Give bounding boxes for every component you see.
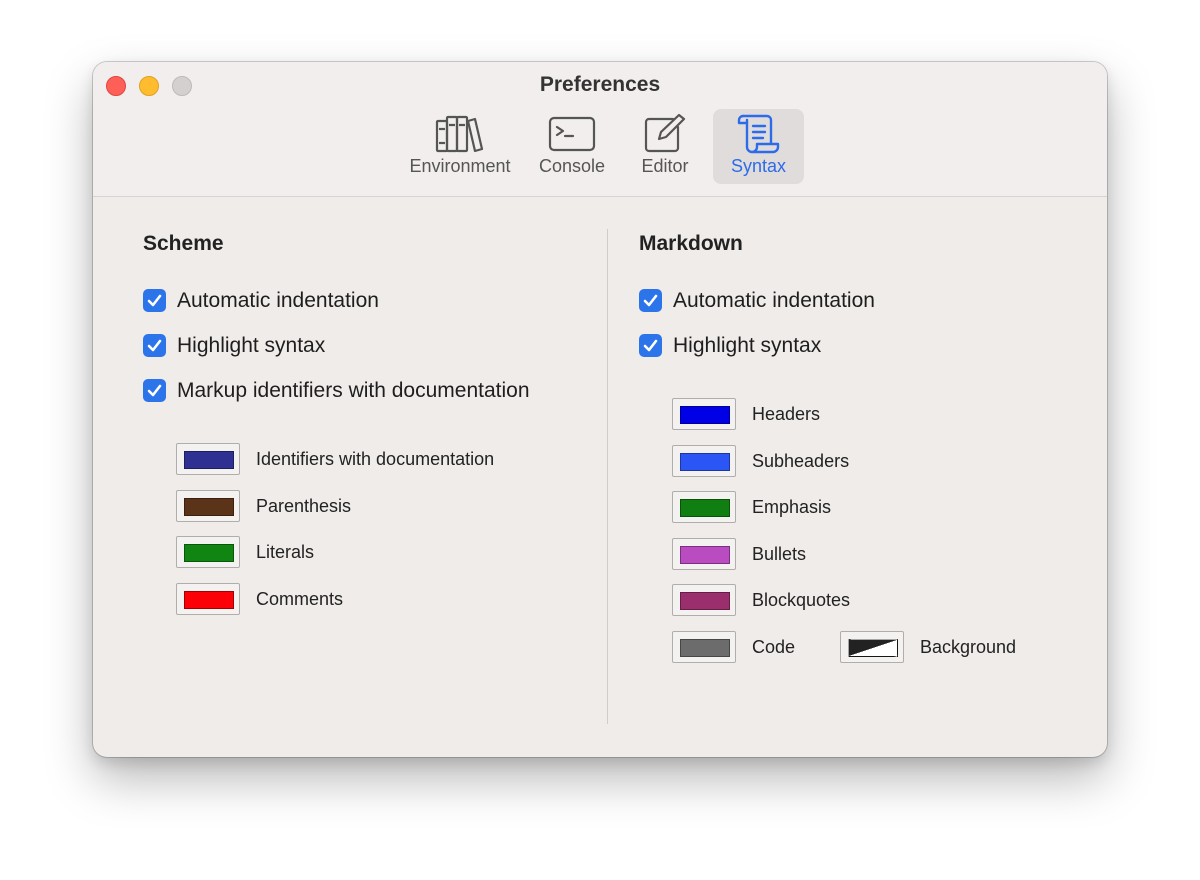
checkbox[interactable] bbox=[639, 334, 662, 357]
tab-label: Syntax bbox=[730, 156, 787, 176]
checkmark-icon bbox=[643, 339, 658, 352]
checkmark-icon bbox=[147, 384, 162, 397]
color-well[interactable] bbox=[672, 631, 736, 663]
color-label: Code bbox=[752, 637, 796, 657]
checkmark-icon bbox=[147, 339, 162, 352]
checkmark-icon bbox=[643, 294, 658, 307]
section-divider bbox=[607, 229, 608, 724]
tab-label: Environment bbox=[409, 156, 511, 176]
color-label: Comments bbox=[256, 589, 344, 609]
color-label: Subheaders bbox=[752, 451, 850, 471]
color-well[interactable] bbox=[176, 490, 240, 522]
color-label: Parenthesis bbox=[256, 496, 352, 516]
scroll-icon bbox=[737, 113, 781, 160]
color-well[interactable] bbox=[840, 631, 904, 663]
terminal-icon bbox=[548, 113, 596, 158]
markdown-section-title: Markdown bbox=[639, 232, 743, 255]
tab-environment[interactable]: Environment bbox=[404, 109, 516, 184]
checkbox[interactable] bbox=[639, 289, 662, 312]
tab-editor[interactable]: Editor bbox=[629, 109, 701, 184]
color-well[interactable] bbox=[672, 445, 736, 477]
compose-icon bbox=[643, 113, 687, 158]
checkbox-label: Highlight syntax bbox=[673, 334, 822, 357]
window-title: Preferences bbox=[539, 73, 661, 96]
color-label: Background bbox=[920, 637, 1017, 657]
color-label: Emphasis bbox=[752, 497, 832, 517]
color-well[interactable] bbox=[672, 584, 736, 616]
color-well[interactable] bbox=[176, 536, 240, 568]
color-label: Bullets bbox=[752, 544, 807, 564]
color-well[interactable] bbox=[672, 491, 736, 523]
books-icon bbox=[435, 113, 485, 158]
tab-label: Editor bbox=[641, 156, 689, 176]
checkbox[interactable] bbox=[143, 289, 166, 312]
checkbox-label: Automatic indentation bbox=[177, 289, 379, 312]
scheme-section-title: Scheme bbox=[143, 232, 224, 255]
tab-console[interactable]: Console bbox=[528, 109, 616, 184]
color-well[interactable] bbox=[672, 538, 736, 570]
toolbar: Preferences Environment Console Editor S… bbox=[93, 62, 1107, 197]
color-label: Literals bbox=[256, 542, 315, 562]
color-well[interactable] bbox=[672, 398, 736, 430]
color-label: Headers bbox=[752, 404, 821, 424]
color-well[interactable] bbox=[176, 443, 240, 475]
checkbox[interactable] bbox=[143, 379, 166, 402]
checkmark-icon bbox=[147, 294, 162, 307]
checkbox-label: Automatic indentation bbox=[673, 289, 875, 312]
checkbox[interactable] bbox=[143, 334, 166, 357]
tab-label: Console bbox=[538, 156, 606, 176]
preferences-window: Preferences Environment Console Editor S… bbox=[93, 62, 1107, 757]
tab-syntax[interactable]: Syntax bbox=[713, 109, 804, 184]
color-well[interactable] bbox=[176, 583, 240, 615]
color-label: Identifiers with documentation bbox=[256, 449, 495, 469]
color-label: Blockquotes bbox=[752, 590, 851, 610]
checkbox-label: Markup identifiers with documentation bbox=[177, 379, 530, 402]
checkbox-label: Highlight syntax bbox=[177, 334, 326, 357]
